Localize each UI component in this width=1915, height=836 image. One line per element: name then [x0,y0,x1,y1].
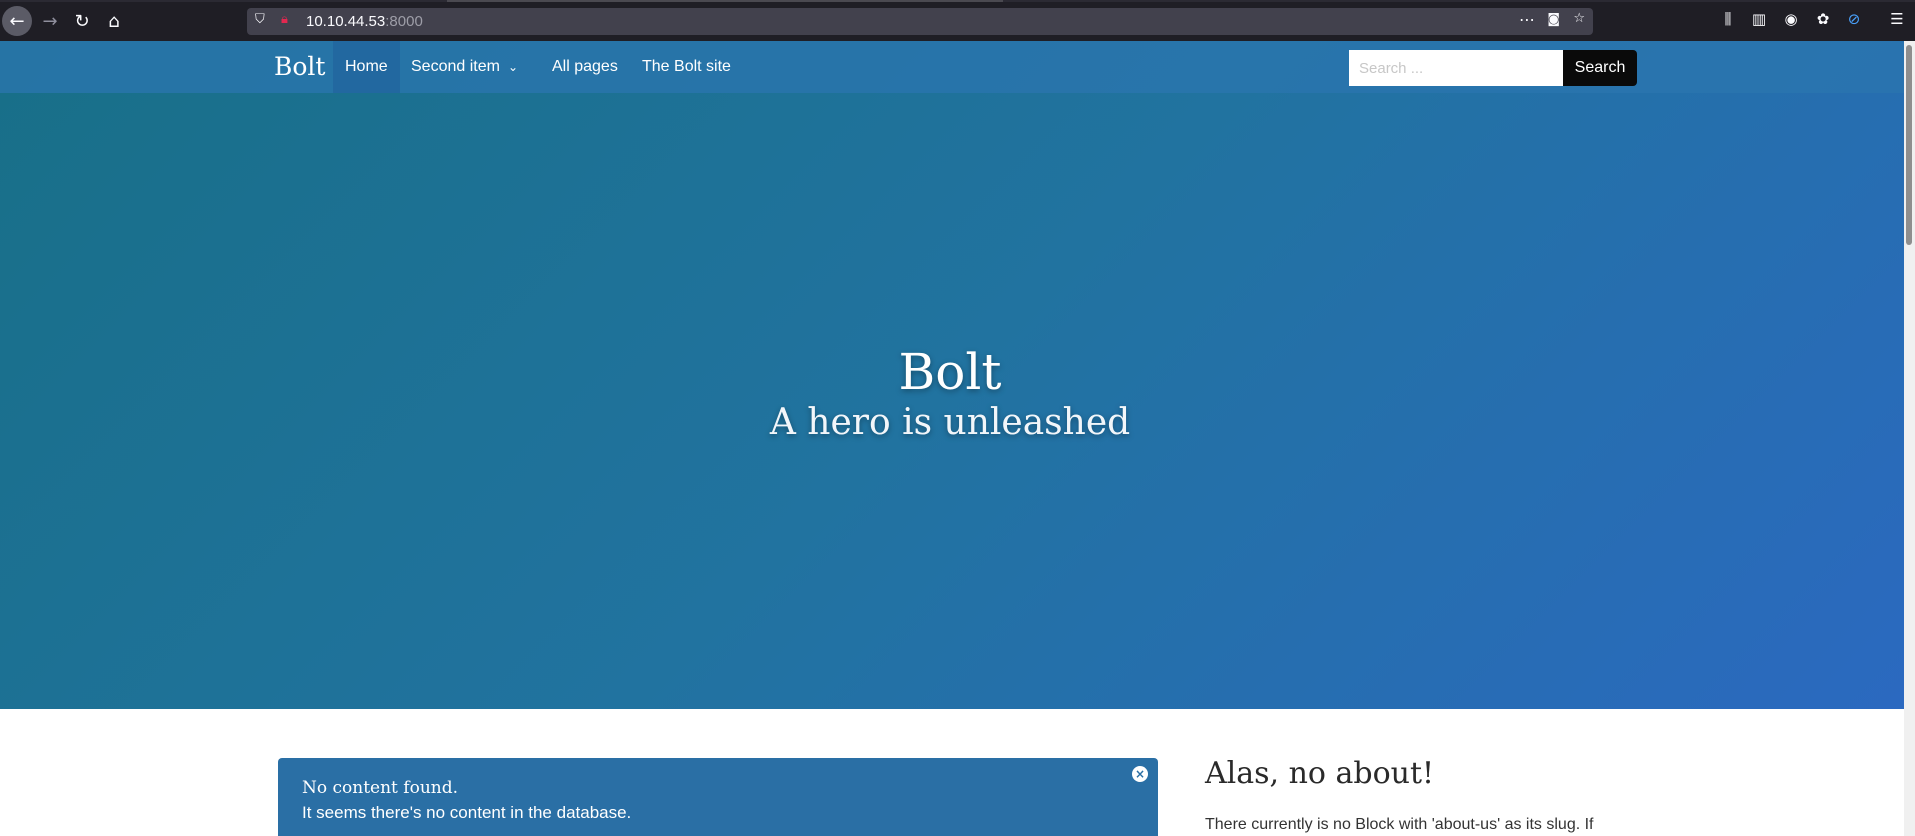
insecure-lock-icon[interactable]: 🔒︎ [281,12,288,27]
nav-home[interactable]: Home [333,41,400,93]
alert-message: It seems there's no content in the datab… [302,803,632,822]
close-icon[interactable]: × [1132,766,1148,782]
active-tab-indicator [447,0,1003,2]
extension-compass-icon[interactable]: ⊘ [1843,10,1865,32]
browser-toolbar: ← → ↻ ⌂ ⛉ 🔒︎ 10.10.44.53:8000 ⋯ ◙ ☆ ⫼ ▥ … [0,0,1915,41]
site-navbar: Bolt Home Second item ⌄ All pages The Bol… [0,41,1904,93]
url-port: :8000 [385,13,423,30]
hero-title: Bolt [898,343,1002,401]
url-text[interactable]: 10.10.44.53:8000 [306,13,423,30]
search-input[interactable] [1349,50,1563,86]
extension-cookie-icon[interactable]: ✿ [1812,10,1834,32]
forward-arrow-icon[interactable]: → [35,6,65,36]
nav-all-pages[interactable]: All pages [540,41,630,93]
address-bar[interactable]: ⛉ 🔒︎ 10.10.44.53:8000 ⋯ ◙ ☆ [247,8,1593,35]
page-scrollbar[interactable] [1904,41,1915,836]
bookmark-star-icon[interactable]: ☆ [1573,11,1585,26]
nav-second-item[interactable]: Second item ⌄ [399,41,530,93]
hero-section: Bolt Home Second item ⌄ All pages The Bol… [0,41,1904,709]
account-icon[interactable]: ◉ [1780,10,1802,32]
tab-strip [0,0,1915,2]
about-heading: Alas, no about! [1205,756,1435,791]
web-page: Bolt Home Second item ⌄ All pages The Bol… [0,41,1904,836]
hero-subtitle: A hero is unleashed [769,402,1131,443]
scrollbar-thumb[interactable] [1906,45,1912,245]
no-content-alert: No content found. It seems there's no co… [278,758,1158,836]
search-button[interactable]: Search [1563,50,1637,86]
library-icon[interactable]: ⫼ [1717,10,1739,32]
hamburger-menu-icon[interactable]: ☰ [1886,10,1908,32]
url-host: 10.10.44.53 [306,13,386,30]
tracking-shield-icon[interactable]: ⛉ [255,12,265,27]
nav-bolt-site[interactable]: The Bolt site [630,41,743,93]
chevron-down-icon: ⌄ [507,60,518,74]
home-icon[interactable]: ⌂ [99,6,129,36]
alert-title: No content found. [302,778,459,798]
nav-second-item-label: Second item [411,58,500,75]
site-brand[interactable]: Bolt [274,52,325,81]
sidebar-icon[interactable]: ▥ [1748,10,1770,32]
reload-icon[interactable]: ↻ [67,6,97,36]
back-arrow-icon[interactable]: ← [2,6,32,36]
page-actions-menu-icon[interactable]: ⋯ [1519,10,1535,29]
about-text: There currently is no Block with 'about-… [1205,816,1594,833]
pocket-icon[interactable]: ◙ [1547,12,1560,27]
